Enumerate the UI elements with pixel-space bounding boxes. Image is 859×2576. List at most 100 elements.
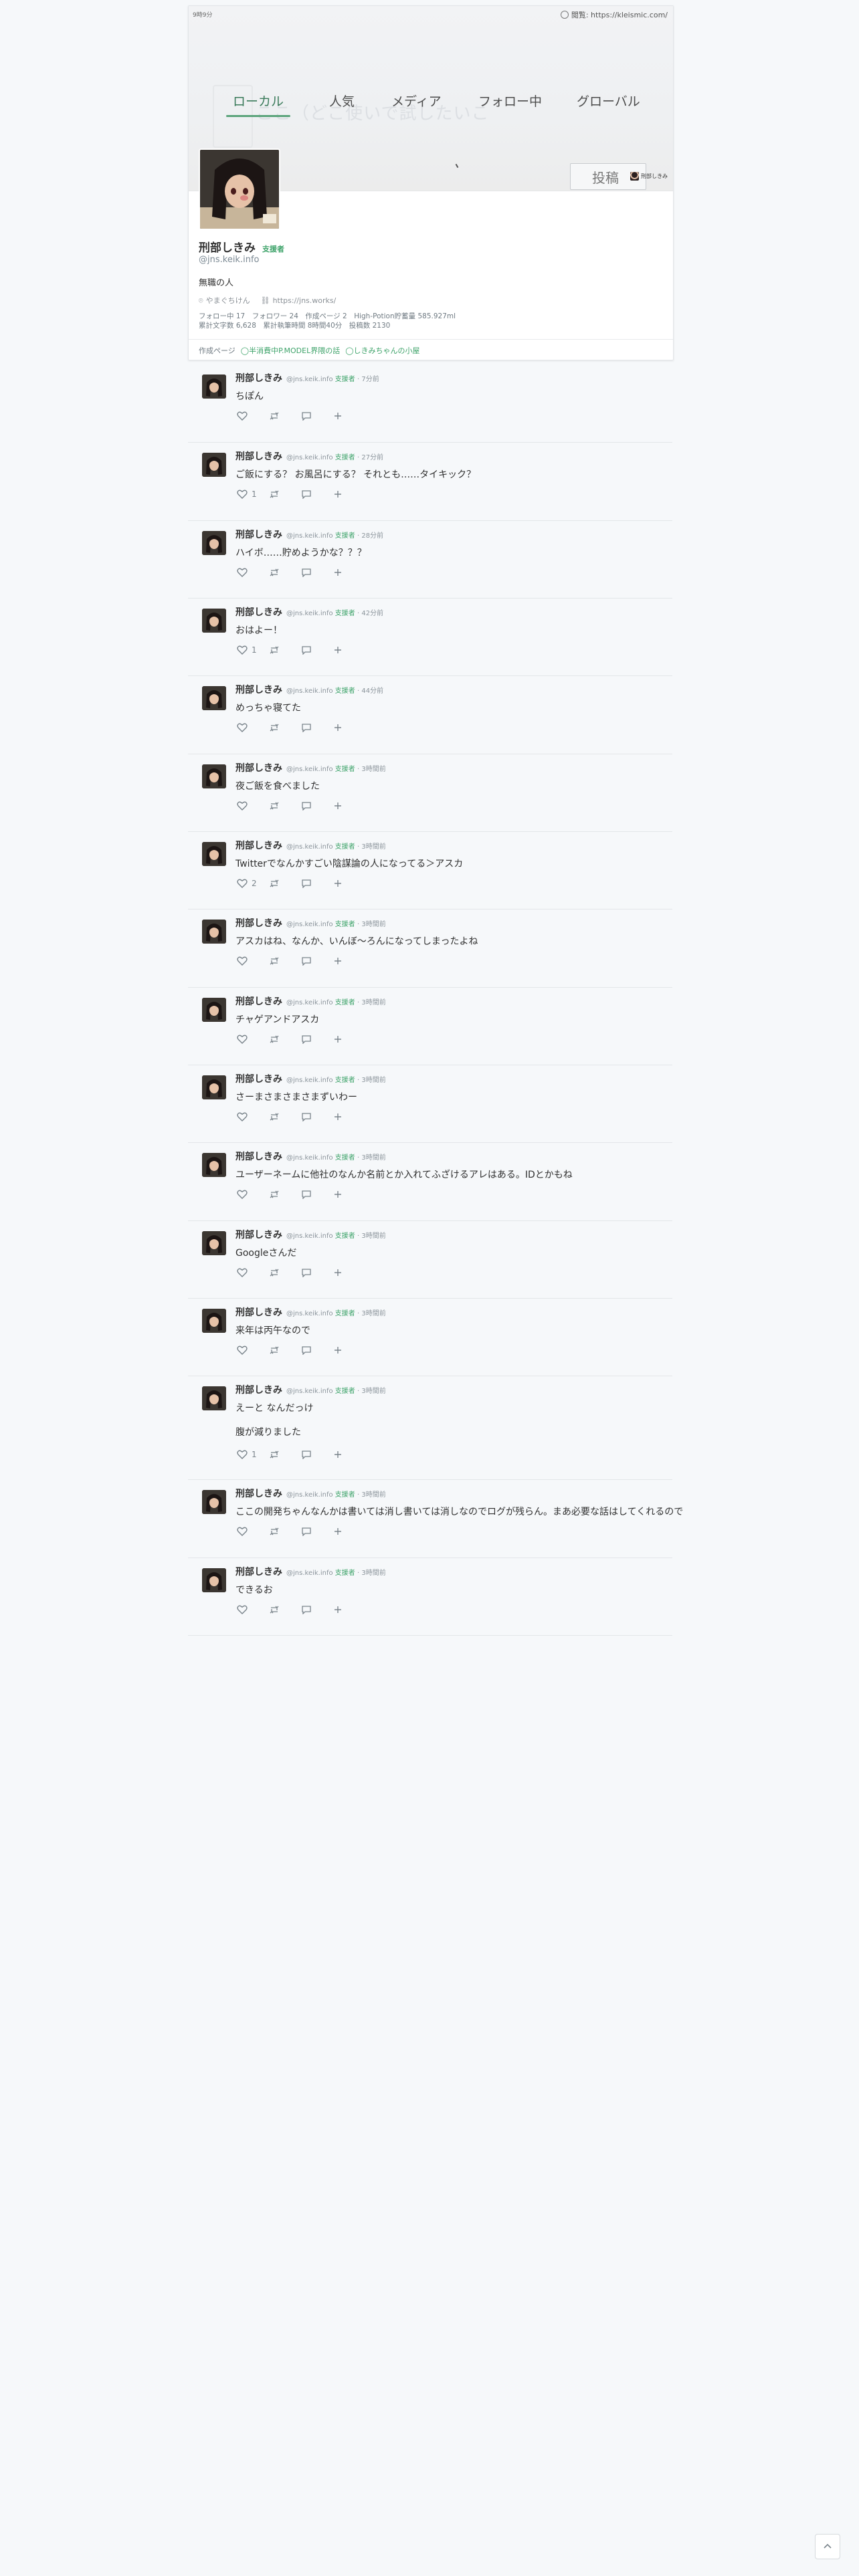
note-author-name[interactable]: 刑部しきみ [235, 994, 282, 1008]
avatar[interactable] [202, 920, 226, 944]
note-timestamp[interactable]: 3時間前 [361, 1570, 385, 1577]
reaction-button[interactable] [333, 1448, 365, 1461]
reply-button[interactable] [301, 488, 333, 501]
reaction-button[interactable] [333, 721, 365, 734]
renote-button[interactable] [269, 488, 301, 501]
reaction-button[interactable] [333, 799, 365, 813]
note-author-name[interactable]: 刑部しきみ [235, 761, 282, 774]
reaction-button[interactable] [333, 488, 365, 501]
tab-following[interactable]: フォロー中 [478, 92, 542, 110]
reaction-button[interactable] [333, 1110, 365, 1123]
avatar[interactable] [202, 1231, 226, 1255]
note-author-name[interactable]: 刑部しきみ [235, 1305, 282, 1319]
reply-button[interactable] [301, 1525, 333, 1538]
like-button[interactable] [237, 566, 269, 579]
like-button[interactable]: 1 [237, 488, 269, 501]
renote-button[interactable] [269, 1448, 301, 1461]
reaction-button[interactable] [333, 1344, 365, 1357]
like-button[interactable] [237, 1188, 269, 1201]
renote-button[interactable] [269, 1110, 301, 1123]
note-timestamp[interactable]: 3時間前 [361, 921, 385, 928]
note-author-name[interactable]: 刑部しきみ [235, 371, 282, 385]
reply-button[interactable] [301, 566, 333, 579]
tab-global[interactable]: グローバル [577, 92, 640, 110]
renote-button[interactable] [269, 1188, 301, 1201]
renote-button[interactable] [269, 954, 301, 968]
like-button[interactable] [237, 954, 269, 968]
avatar[interactable] [202, 1568, 226, 1592]
composer-user[interactable]: 刑部しきみ [630, 172, 668, 181]
like-button[interactable] [237, 1344, 269, 1357]
note-timestamp[interactable]: 3時間前 [361, 1310, 385, 1317]
note-author-name[interactable]: 刑部しきみ [235, 916, 282, 930]
note-timestamp[interactable]: 7分前 [361, 376, 379, 383]
list-item[interactable]: 刑部しきみ @jns.keik.info 支援者 · 3時間前 来年は丙午なので [188, 1299, 672, 1376]
note-timestamp[interactable]: 44分前 [361, 687, 383, 695]
note-author-name[interactable]: 刑部しきみ [235, 528, 282, 541]
reaction-button[interactable] [333, 1525, 365, 1538]
renote-button[interactable] [269, 566, 301, 579]
renote-button[interactable] [269, 877, 301, 890]
list-item[interactable]: 刑部しきみ @jns.keik.info 支援者 · 3時間前 アスカはね、なんか、… [188, 909, 672, 988]
reply-button[interactable] [301, 877, 333, 890]
note-author-name[interactable]: 刑部しきみ [235, 1150, 282, 1163]
list-item[interactable]: 刑部しきみ @jns.keik.info 支援者 · 44分前 めっちゃ寝てた [188, 676, 672, 754]
note-timestamp[interactable]: 3時間前 [361, 1491, 385, 1499]
like-button[interactable] [237, 409, 269, 423]
reply-button[interactable] [301, 1033, 333, 1046]
renote-button[interactable] [269, 1525, 301, 1538]
list-item[interactable]: 刑部しきみ @jns.keik.info 支援者 · 3時間前 さーまさまさまさまず… [188, 1065, 672, 1143]
like-button[interactable]: 2 [237, 877, 269, 890]
avatar[interactable] [202, 453, 226, 477]
list-item[interactable]: 刑部しきみ @jns.keik.info 支援者 · 28分前 ハイボ……貯めようか… [188, 521, 672, 599]
like-button[interactable] [237, 1110, 269, 1123]
avatar[interactable] [202, 531, 226, 555]
reply-button[interactable] [301, 954, 333, 968]
avatar[interactable] [202, 1075, 226, 1099]
reply-button[interactable] [301, 1448, 333, 1461]
list-item[interactable]: 刑部しきみ @jns.keik.info 支援者 · 3時間前 えーと なんだっけ腹… [188, 1376, 672, 1480]
avatar[interactable] [202, 686, 226, 710]
note-author-name[interactable]: 刑部しきみ [235, 605, 282, 619]
renote-button[interactable] [269, 409, 301, 423]
list-item[interactable]: 刑部しきみ @jns.keik.info 支援者 · 27分前 ご飯にする？ お風呂… [188, 443, 672, 521]
note-timestamp[interactable]: 3時間前 [361, 766, 385, 773]
renote-button[interactable] [269, 1266, 301, 1279]
like-button[interactable] [237, 1266, 269, 1279]
renote-button[interactable] [269, 721, 301, 734]
note-author-name[interactable]: 刑部しきみ [235, 1565, 282, 1578]
tab-media[interactable]: メディア [391, 92, 442, 110]
reaction-button[interactable] [333, 566, 365, 579]
avatar[interactable] [202, 1153, 226, 1177]
reaction-button[interactable] [333, 954, 365, 968]
reply-button[interactable] [301, 1266, 333, 1279]
like-button[interactable] [237, 1525, 269, 1538]
list-item[interactable]: 刑部しきみ @jns.keik.info 支援者 · 7分前 ちぽん [188, 364, 672, 443]
list-item[interactable]: 刑部しきみ @jns.keik.info 支援者 · 3時間前 チャゲアンドアスカ [188, 988, 672, 1065]
like-button[interactable] [237, 1033, 269, 1046]
note-timestamp[interactable]: 42分前 [361, 610, 383, 617]
tab-popular[interactable]: 人気 [329, 92, 355, 110]
note-author-name[interactable]: 刑部しきみ [235, 1228, 282, 1241]
reply-button[interactable] [301, 1603, 333, 1616]
note-timestamp[interactable]: 3時間前 [361, 999, 385, 1006]
reply-button[interactable] [301, 643, 333, 657]
reply-button[interactable] [301, 409, 333, 423]
note-timestamp[interactable]: 3時間前 [361, 1388, 385, 1395]
list-item[interactable]: 刑部しきみ @jns.keik.info 支援者 · 3時間前 Googleさんだ [188, 1221, 672, 1299]
scroll-to-top-button[interactable] [815, 2534, 840, 2559]
list-item[interactable]: 刑部しきみ @jns.keik.info 支援者 · 3時間前 ユーザーネームに他社… [188, 1143, 672, 1221]
reply-button[interactable] [301, 799, 333, 813]
reply-button[interactable] [301, 1110, 333, 1123]
like-button[interactable]: 1 [237, 1448, 269, 1461]
tab-local[interactable]: ローカル [233, 92, 284, 110]
renote-button[interactable] [269, 1344, 301, 1357]
avatar[interactable] [202, 842, 226, 866]
note-author-name[interactable]: 刑部しきみ [235, 839, 282, 852]
like-button[interactable] [237, 1603, 269, 1616]
avatar[interactable] [202, 998, 226, 1022]
reply-button[interactable] [301, 1344, 333, 1357]
reaction-button[interactable] [333, 1266, 365, 1279]
profile-website[interactable]: ⛓ https://jns.works/ [261, 296, 337, 305]
reaction-button[interactable] [333, 1188, 365, 1201]
